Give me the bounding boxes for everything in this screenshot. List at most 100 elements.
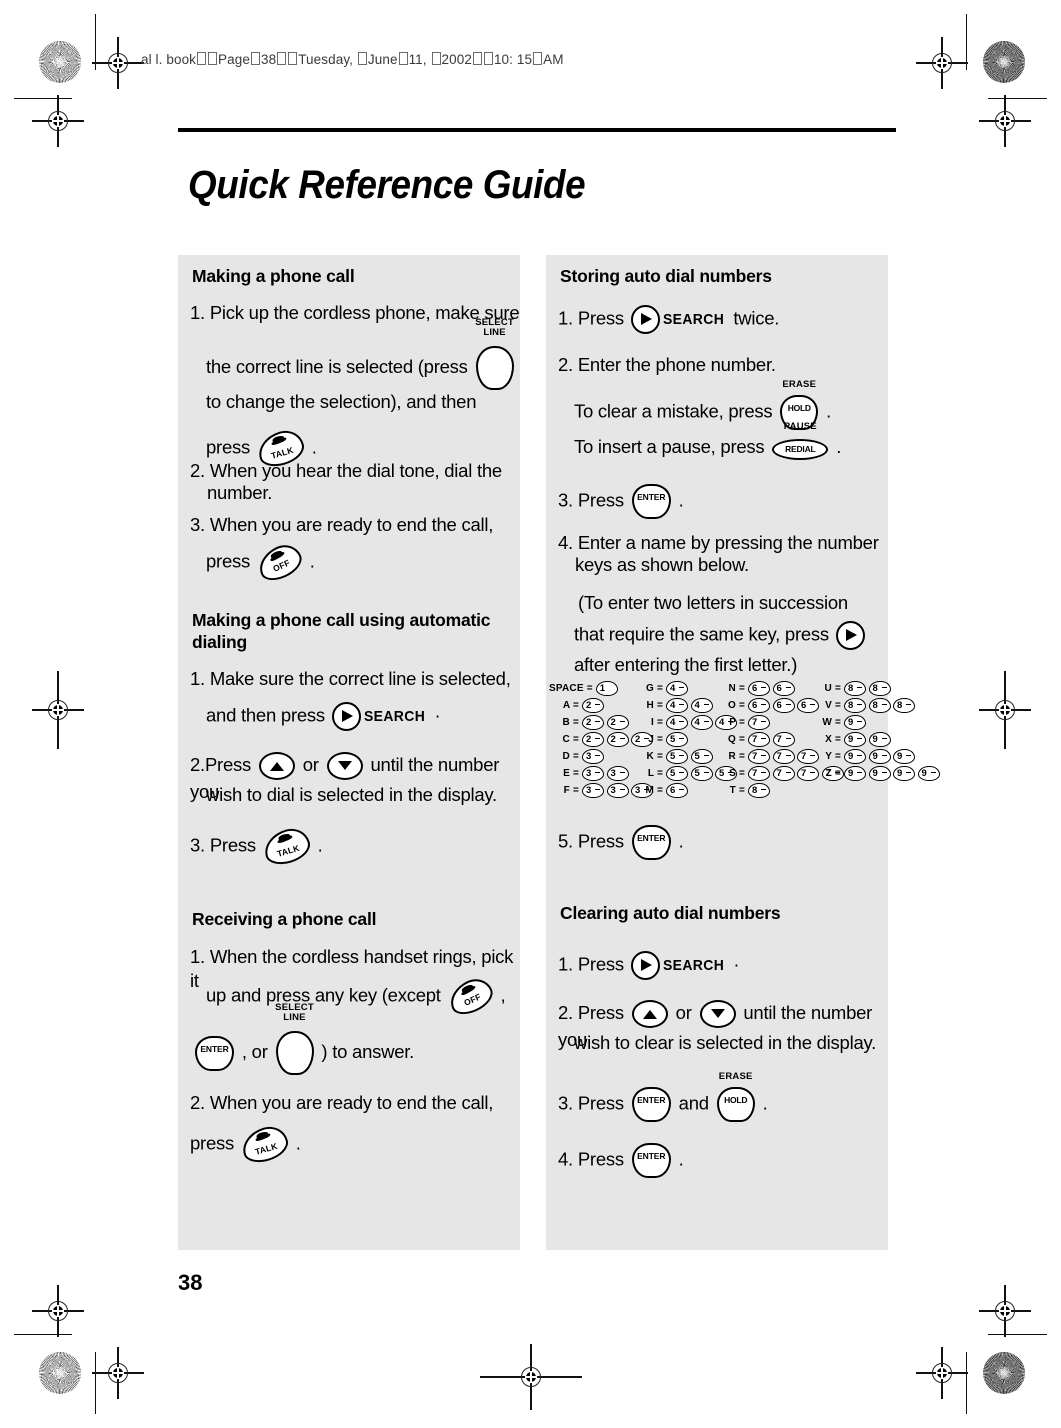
talk-key-icon[interactable]: TALK	[238, 1122, 292, 1167]
keypad-digit-icon[interactable]: 9	[917, 765, 940, 782]
hold-key-icon[interactable]: HOLD	[716, 1087, 755, 1122]
keypad-digit-label: 8	[897, 699, 903, 711]
keypad-digit-icon[interactable]: 9	[844, 714, 866, 731]
keypad-digit-icon[interactable]: 5	[666, 765, 688, 782]
keypad-digit-label: 9	[897, 767, 903, 779]
talk-key-icon[interactable]: TALK	[260, 824, 314, 869]
keypad-digit-icon[interactable]: 6	[748, 697, 770, 714]
keypad-digit-icon[interactable]: 4	[690, 697, 713, 714]
keypad-digit-icon[interactable]: 7	[772, 748, 795, 765]
down-arrow-key-icon[interactable]	[699, 1000, 736, 1028]
keypad-digit-icon[interactable]: 9	[868, 748, 891, 765]
keypad-digit-dash	[595, 720, 600, 722]
keypad-digit-icon[interactable]: 8	[748, 782, 770, 799]
keypad-digit-label: 9	[848, 750, 854, 762]
step-period: .	[678, 489, 684, 511]
keypad-digit-icon[interactable]: 9	[868, 765, 891, 782]
keypad-digit-dash	[679, 686, 684, 688]
keypad-digit-icon[interactable]: 9	[844, 765, 866, 782]
enter-key-icon[interactable]: ENTER	[195, 1035, 234, 1071]
keypad-digit-icon[interactable]: 3	[582, 782, 604, 799]
keypad-digit-icon[interactable]: 3	[582, 765, 604, 782]
keypad-digit-icon[interactable]: 6	[772, 697, 795, 714]
keypad-digit-icon[interactable]: 2	[582, 731, 604, 748]
keypad-digit-icon[interactable]: 3	[582, 748, 604, 765]
keypad-digit-icon[interactable]: 6	[666, 782, 688, 799]
select-line-key-icon[interactable]	[475, 346, 514, 390]
keypad-digit-label: 2	[586, 699, 592, 711]
keypad-digit-label: 9	[872, 750, 878, 762]
hold-key-wrapper[interactable]: ERASE HOLD	[714, 1072, 758, 1122]
right-content-panel: Storing auto dial numbers 1. Press SEARC…	[546, 255, 940, 1250]
off-key-icon[interactable]: OFF	[253, 539, 307, 586]
right-arrow-key-icon[interactable]	[835, 621, 865, 650]
keypad-digit-icon[interactable]: 8	[844, 697, 866, 714]
step-text: Press	[577, 830, 624, 852]
keypad-digit-icon[interactable]: 2	[582, 697, 604, 714]
keypad-digit-icon[interactable]: 4	[666, 714, 688, 731]
keypad-digit-icon[interactable]: 7	[748, 731, 770, 748]
keypad-digit-icon[interactable]: 2	[582, 714, 604, 731]
keypad-digit-icon[interactable]: 9	[844, 731, 866, 748]
keypad-digit-icon[interactable]: 4	[666, 697, 688, 714]
registration-mark-right-middle	[979, 671, 1031, 749]
select-line-key-wrapper[interactable]: SELECT LINE	[473, 318, 517, 390]
keypad-digit-icon[interactable]: 3	[606, 765, 629, 782]
up-arrow-key-icon[interactable]	[258, 752, 295, 780]
search-key-icon[interactable]	[630, 305, 660, 334]
keypad-digit-icon[interactable]: 9	[893, 748, 915, 765]
redial-key-icon[interactable]: REDIAL	[772, 438, 829, 460]
keypad-digit-icon[interactable]: 8	[868, 680, 891, 697]
keypad-digit-dash	[881, 703, 887, 705]
enter-key-icon[interactable]: ENTER	[631, 1087, 671, 1122]
keypad-digit-icon[interactable]: 5	[666, 748, 688, 765]
keypad-digit-icon[interactable]: 7	[748, 748, 770, 765]
keypad-digit-icon[interactable]: 9	[893, 765, 915, 782]
select-line-key-wrapper[interactable]: SELECT LINE	[273, 1003, 317, 1075]
key-chart-row: V = 8 8 8	[811, 697, 942, 714]
key-chart-letter: V =	[825, 700, 841, 711]
keypad-digit-label: 2	[586, 716, 592, 728]
keypad-digit-icon[interactable]: 5	[690, 765, 713, 782]
keypad-digit-icon[interactable]: 7	[772, 731, 795, 748]
keypad-digit-icon[interactable]: 2	[606, 714, 629, 731]
enter-key-icon[interactable]: ENTER	[631, 1143, 671, 1178]
keypad-digit-icon[interactable]: 1	[595, 680, 618, 697]
keypad-digit-icon[interactable]: 5	[666, 731, 688, 748]
keypad-digit-icon[interactable]: 7	[748, 765, 770, 782]
keypad-digit-icon[interactable]: 6	[772, 680, 795, 697]
step-number: 1.	[190, 668, 205, 689]
enter-key-icon[interactable]: ENTER	[631, 825, 671, 860]
keypad-digit-icon[interactable]: 7	[748, 714, 770, 731]
keypad-digit-icon[interactable]: 9	[844, 748, 866, 765]
keypad-digit-dash	[679, 703, 684, 705]
select-line-key-icon[interactable]	[275, 1031, 314, 1075]
keypad-digit-icon[interactable]: 6	[748, 680, 770, 697]
keypad-digit-icon[interactable]: 4	[690, 714, 713, 731]
step-period: .	[826, 400, 832, 422]
step-period: .	[295, 1132, 301, 1154]
keypad-digit-icon[interactable]: 2	[606, 731, 629, 748]
search-key-icon[interactable]	[331, 702, 361, 731]
off-key-icon[interactable]: OFF	[444, 973, 497, 1020]
keypad-digit-icon[interactable]: 9	[868, 731, 891, 748]
step-number: 2.	[190, 1092, 205, 1113]
step-text: When you are ready to end the call,	[209, 1092, 494, 1113]
enter-key-icon[interactable]: ENTER	[631, 484, 671, 519]
keypad-digit-icon[interactable]: 8	[868, 697, 891, 714]
keypad-digit-icon[interactable]: 5	[690, 748, 713, 765]
step-period: .	[678, 830, 684, 852]
keypad-digit-icon[interactable]: 8	[893, 697, 915, 714]
up-arrow-key-icon[interactable]	[631, 1000, 668, 1028]
keypad-digit-icon[interactable]: 4	[666, 680, 688, 697]
keypad-digit-icon[interactable]: 7	[772, 765, 795, 782]
search-key-icon[interactable]	[630, 951, 660, 980]
redial-key-wrapper[interactable]: PAUSE REDIAL	[769, 422, 831, 460]
step-text: Press	[209, 834, 256, 856]
keypad-digit-icon[interactable]: 8	[844, 680, 866, 697]
key-chart-letter: L =	[647, 768, 663, 779]
keypad-digit-icon[interactable]: 3	[606, 782, 629, 799]
key-chart-letter: P =	[729, 717, 745, 728]
down-arrow-key-icon[interactable]	[326, 752, 363, 780]
file-header-page-label: Page	[218, 52, 250, 67]
